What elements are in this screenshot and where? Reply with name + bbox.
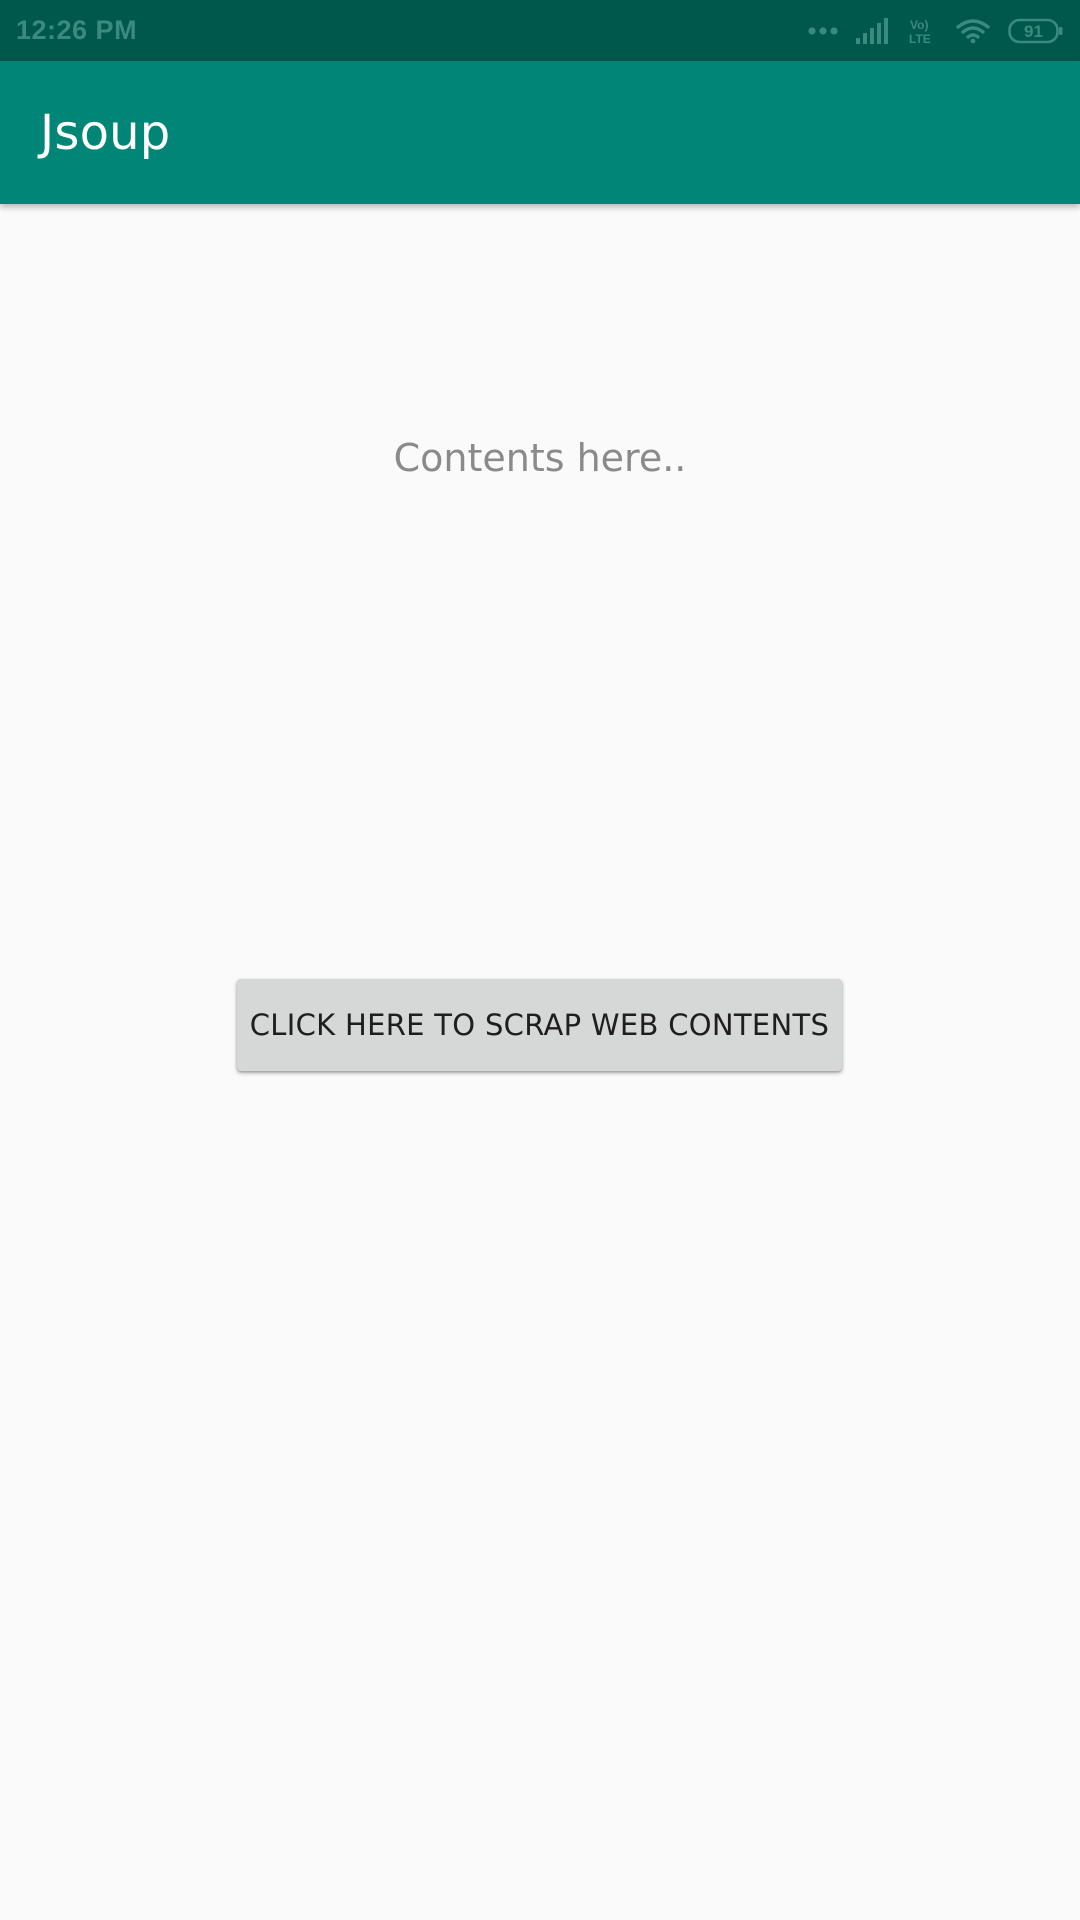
wifi-icon: [956, 18, 990, 44]
status-bar: 12:26 PM Vo) LTE 91: [0, 0, 1080, 61]
svg-text:LTE: LTE: [909, 32, 931, 45]
svg-text:Vo): Vo): [910, 18, 928, 32]
status-time: 12:26 PM: [16, 15, 138, 45]
contents-text: Contents here..: [393, 436, 687, 480]
status-icons: Vo) LTE 91: [808, 17, 1064, 45]
battery-icon: 91: [1008, 18, 1064, 44]
battery-level: 91: [1024, 22, 1043, 41]
volte-icon: Vo) LTE: [908, 17, 938, 45]
scrap-web-contents-button[interactable]: CLICK HERE TO SCRAP WEB CONTENTS: [237, 979, 842, 1071]
signal-icon: [856, 17, 890, 44]
more-dots-icon: [808, 26, 838, 36]
app-title: Jsoup: [40, 104, 171, 161]
app-bar: Jsoup: [0, 61, 1080, 204]
